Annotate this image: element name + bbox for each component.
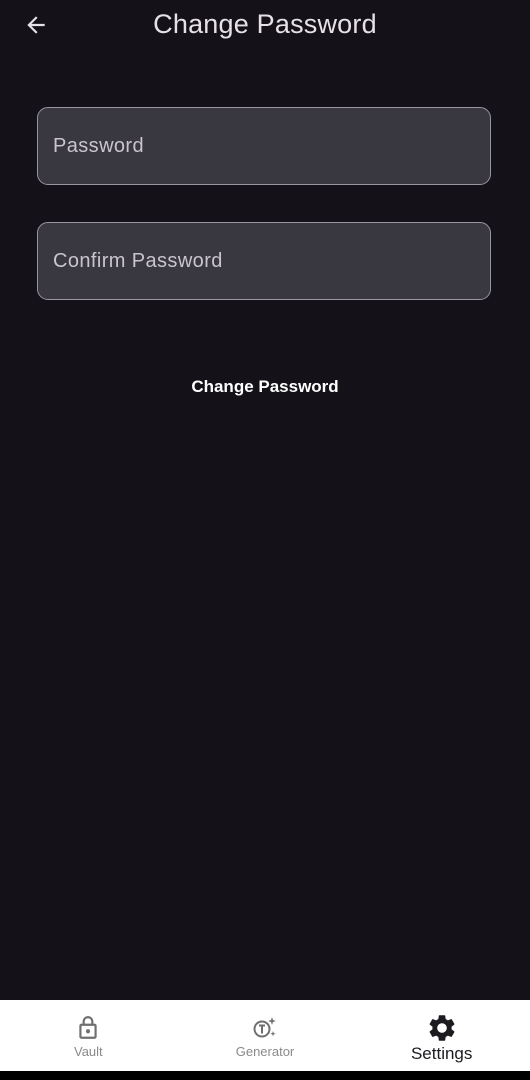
nav-label-generator: Generator	[235, 1044, 295, 1059]
nav-label-settings: Settings	[410, 1044, 473, 1063]
password-input[interactable]	[38, 108, 490, 184]
lock-icon	[72, 1012, 104, 1044]
nav-item-settings[interactable]: Settings	[353, 1000, 530, 1071]
change-password-button[interactable]: Change Password	[165, 368, 365, 406]
nav-item-generator[interactable]: Generator	[177, 1000, 354, 1071]
bottom-navigation: Vault Generator Settings	[0, 1000, 530, 1071]
generator-icon	[249, 1012, 281, 1044]
change-password-screen: Change Password Change Password Vault Ge…	[0, 0, 530, 1080]
app-bar: Change Password	[0, 0, 530, 52]
confirm-password-input[interactable]	[38, 223, 490, 299]
page-title: Change Password	[153, 9, 377, 39]
nav-item-vault[interactable]: Vault	[0, 1000, 177, 1071]
nav-label-vault: Vault	[74, 1044, 103, 1059]
gear-icon	[426, 1012, 458, 1044]
password-field[interactable]	[37, 107, 491, 185]
confirm-password-field[interactable]	[37, 222, 491, 300]
system-bar-strip	[0, 1071, 530, 1080]
